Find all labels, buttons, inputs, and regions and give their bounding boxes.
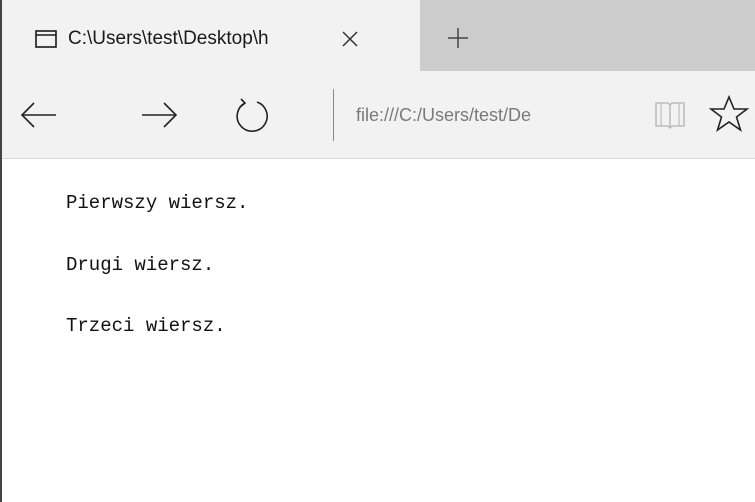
toolbar-divider — [333, 89, 334, 141]
close-icon[interactable] — [338, 27, 362, 51]
tab-active[interactable]: C:\Users\test\Desktop\h — [2, 0, 420, 71]
arrow-right-icon — [142, 102, 178, 128]
new-tab-button[interactable] — [445, 25, 471, 51]
tab-title: C:\Users\test\Desktop\h — [68, 28, 269, 49]
text-line: Drugi wiersz. — [66, 254, 215, 276]
navigation-bar: file:///C:/Users/test/De — [2, 71, 755, 159]
refresh-icon — [236, 98, 268, 132]
text-line: Pierwszy wiersz. — [66, 192, 249, 214]
page-content: Pierwszy wiersz. Drugi wiersz. Trzeci wi… — [2, 159, 755, 502]
star-icon — [708, 94, 750, 132]
plus-icon — [448, 28, 468, 48]
tab-strip: C:\Users\test\Desktop\h — [2, 0, 755, 71]
browser-window: C:\Users\test\Desktop\h file:///C:/Users… — [0, 0, 755, 502]
reading-view-button[interactable] — [650, 94, 690, 134]
favorite-button[interactable] — [708, 93, 750, 135]
page-icon — [35, 30, 57, 48]
text-line: Trzeci wiersz. — [66, 315, 226, 337]
arrow-left-icon — [20, 102, 56, 128]
forward-button[interactable] — [138, 93, 182, 137]
refresh-button[interactable] — [230, 93, 274, 137]
address-bar[interactable]: file:///C:/Users/test/De — [356, 99, 618, 131]
back-button[interactable] — [16, 93, 60, 137]
book-icon — [655, 102, 685, 130]
